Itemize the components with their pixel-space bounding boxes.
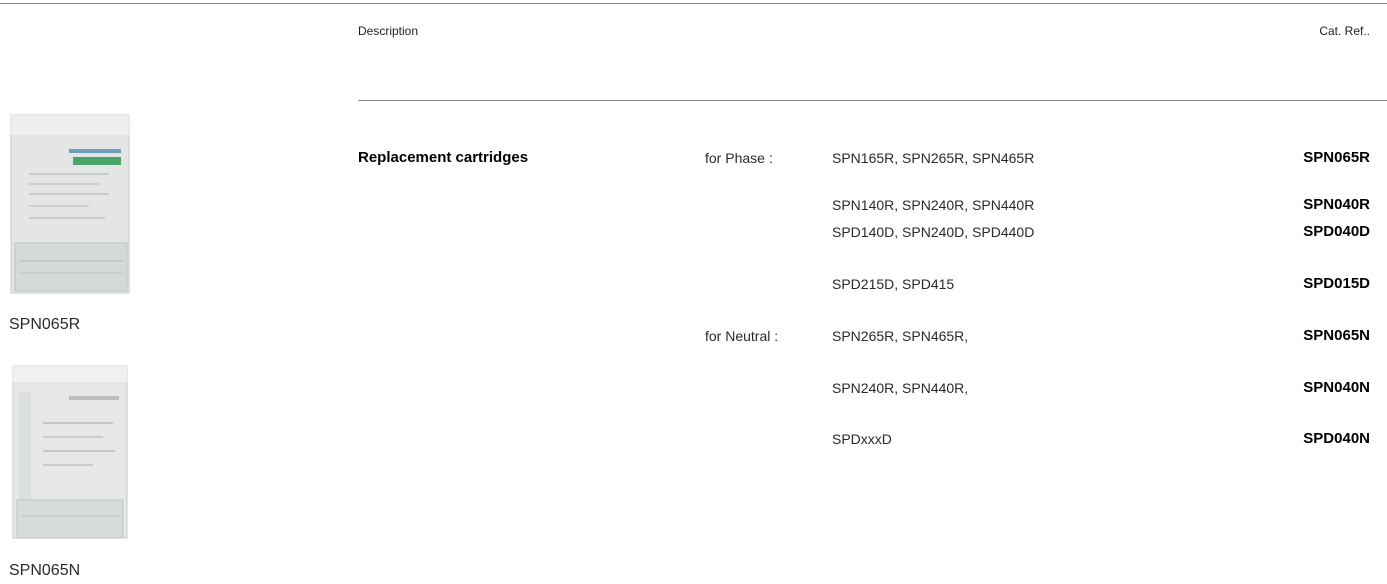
description-header: Description bbox=[358, 24, 419, 38]
product-caption: SPN065R bbox=[9, 316, 81, 333]
cat-ref: SPN040N bbox=[1303, 379, 1370, 396]
compat-text: SPN265R, SPN465R, bbox=[832, 328, 969, 344]
product-image-spn065n bbox=[9, 362, 131, 542]
section-title: Replacement cartridges bbox=[358, 149, 529, 166]
catref-header: Cat. Ref.. bbox=[1319, 24, 1370, 38]
compat-text: SPD215D, SPD415 bbox=[832, 276, 955, 292]
compat-text: SPN240R, SPN440R, bbox=[832, 380, 969, 396]
group-label-neutral: for Neutral : bbox=[705, 328, 779, 344]
section-rule bbox=[358, 100, 1387, 101]
cat-ref: SPD040N bbox=[1303, 430, 1370, 447]
compat-text: SPDxxxD bbox=[832, 431, 892, 447]
cat-ref: SPN065N bbox=[1303, 327, 1370, 344]
cat-ref: SPN065R bbox=[1303, 149, 1370, 166]
cat-ref: SPN040R bbox=[1303, 196, 1370, 213]
compat-text: SPN140R, SPN240R, SPN440R bbox=[832, 197, 1035, 213]
product-caption: SPN065N bbox=[9, 562, 81, 579]
compat-text: SPN165R, SPN265R, SPN465R bbox=[832, 150, 1035, 166]
cat-ref: SPD015D bbox=[1303, 275, 1370, 292]
product-image-spn065r bbox=[9, 113, 131, 295]
top-rule bbox=[0, 3, 1387, 4]
group-label-phase: for Phase : bbox=[705, 150, 773, 166]
cat-ref: SPD040D bbox=[1303, 223, 1370, 240]
compat-text: SPD140D, SPN240D, SPD440D bbox=[832, 224, 1035, 240]
